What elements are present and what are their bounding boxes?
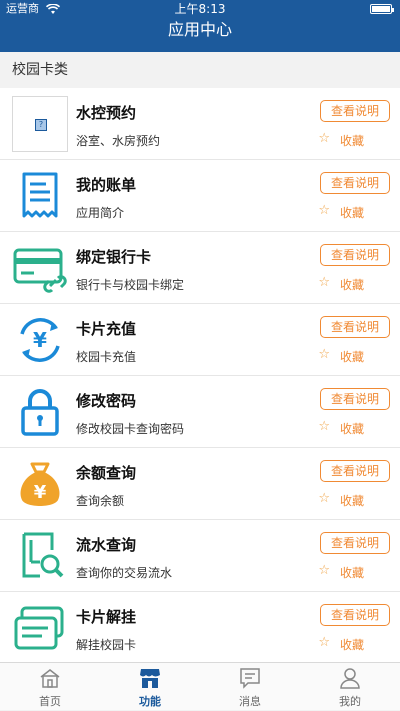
- item-desc: 浴室、水房预约: [76, 134, 161, 148]
- item-desc: 应用简介: [76, 206, 125, 220]
- yen-refresh-icon: ¥: [12, 312, 68, 368]
- star-icon[interactable]: ☆: [318, 203, 330, 218]
- item-name: 余额查询: [76, 464, 137, 482]
- item-desc: 查询你的交易流水: [76, 566, 173, 580]
- view-instructions-button[interactable]: 查看说明: [320, 604, 390, 626]
- item-name: 卡片充值: [76, 320, 137, 338]
- item-name: 水控预约: [76, 104, 137, 122]
- header-bar: 运营商 上午8:13 应用中心: [0, 0, 400, 52]
- item-desc: 查询余额: [76, 494, 125, 508]
- favorite-link[interactable]: 收藏: [340, 420, 364, 437]
- list-item[interactable]: ¥ 卡片充值 校园卡充值 查看说明 ☆ 收藏: [0, 304, 400, 376]
- tab-label: 消息: [239, 695, 261, 708]
- tab-label: 功能: [139, 695, 161, 708]
- star-icon[interactable]: ☆: [318, 347, 330, 362]
- list-item[interactable]: 我的账单 应用简介 查看说明 ☆ 收藏: [0, 160, 400, 232]
- star-icon[interactable]: ☆: [318, 491, 330, 506]
- list-item[interactable]: 卡片解挂 解挂校园卡 查看说明 ☆ 收藏: [0, 592, 400, 662]
- user-icon: [340, 668, 360, 689]
- item-name: 流水查询: [76, 536, 137, 554]
- view-instructions-button[interactable]: 查看说明: [320, 172, 390, 194]
- star-icon[interactable]: ☆: [318, 563, 330, 578]
- favorite-link[interactable]: 收藏: [340, 636, 364, 653]
- tab-label: 我的: [339, 695, 361, 708]
- message-icon: [240, 668, 260, 689]
- item-name: 卡片解挂: [76, 608, 137, 626]
- home-icon: [40, 669, 60, 688]
- bank-card-link-icon: [12, 240, 68, 296]
- view-instructions-button[interactable]: 查看说明: [320, 460, 390, 482]
- item-desc: 解挂校园卡: [76, 638, 137, 652]
- tab-function[interactable]: 功能: [100, 663, 200, 711]
- money-bag-icon: ¥: [12, 456, 68, 512]
- section-header: 校园卡类: [0, 52, 400, 88]
- item-desc: 银行卡与校园卡绑定: [76, 278, 185, 292]
- cards-icon: [12, 600, 68, 656]
- star-icon[interactable]: ☆: [318, 275, 330, 290]
- view-instructions-button[interactable]: 查看说明: [320, 532, 390, 554]
- app-list: ? 水控预约 浴室、水房预约 查看说明 ☆ 收藏 我的账单 应用简介 查看说明 …: [0, 88, 400, 662]
- star-icon[interactable]: ☆: [318, 419, 330, 434]
- item-name: 我的账单: [76, 176, 137, 194]
- tab-messages[interactable]: 消息: [200, 663, 300, 711]
- list-item[interactable]: ? 水控预约 浴室、水房预约 查看说明 ☆ 收藏: [0, 88, 400, 160]
- favorite-link[interactable]: 收藏: [340, 564, 364, 581]
- view-instructions-button[interactable]: 查看说明: [320, 244, 390, 266]
- lock-icon: [12, 384, 68, 440]
- status-bar: 运营商 上午8:13: [0, 0, 400, 18]
- favorite-link[interactable]: 收藏: [340, 348, 364, 365]
- item-name: 绑定银行卡: [76, 248, 152, 266]
- view-instructions-button[interactable]: 查看说明: [320, 100, 390, 122]
- store-icon: [140, 669, 160, 688]
- view-instructions-button[interactable]: 查看说明: [320, 316, 390, 338]
- tab-bar: 首页 功能 消息 我的: [0, 662, 400, 710]
- svg-text:¥: ¥: [34, 482, 47, 503]
- star-icon[interactable]: ☆: [318, 635, 330, 650]
- favorite-link[interactable]: 收藏: [340, 204, 364, 221]
- item-desc: 修改校园卡查询密码: [76, 422, 185, 436]
- battery-icon: [370, 4, 394, 14]
- tab-label: 首页: [39, 695, 61, 708]
- svg-text:¥: ¥: [33, 328, 47, 352]
- list-item[interactable]: 绑定银行卡 银行卡与校园卡绑定 查看说明 ☆ 收藏: [0, 232, 400, 304]
- view-instructions-button[interactable]: 查看说明: [320, 388, 390, 410]
- status-time: 上午8:13: [174, 2, 226, 16]
- receipt-icon: [12, 168, 68, 224]
- image-placeholder-icon: ?: [12, 96, 68, 152]
- favorite-link[interactable]: 收藏: [340, 276, 364, 293]
- star-icon[interactable]: ☆: [318, 131, 330, 146]
- list-item[interactable]: 修改密码 修改校园卡查询密码 查看说明 ☆ 收藏: [0, 376, 400, 448]
- favorite-link[interactable]: 收藏: [340, 492, 364, 509]
- document-search-icon: [12, 528, 68, 584]
- list-item[interactable]: ¥ 余额查询 查询余额 查看说明 ☆ 收藏: [0, 448, 400, 520]
- page-title: 应用中心: [167, 20, 232, 39]
- tab-me[interactable]: 我的: [300, 663, 400, 711]
- item-desc: 校园卡充值: [76, 350, 137, 364]
- item-name: 修改密码: [76, 392, 137, 410]
- favorite-link[interactable]: 收藏: [340, 132, 364, 149]
- tab-home[interactable]: 首页: [0, 663, 100, 711]
- list-item[interactable]: 流水查询 查询你的交易流水 查看说明 ☆ 收藏: [0, 520, 400, 592]
